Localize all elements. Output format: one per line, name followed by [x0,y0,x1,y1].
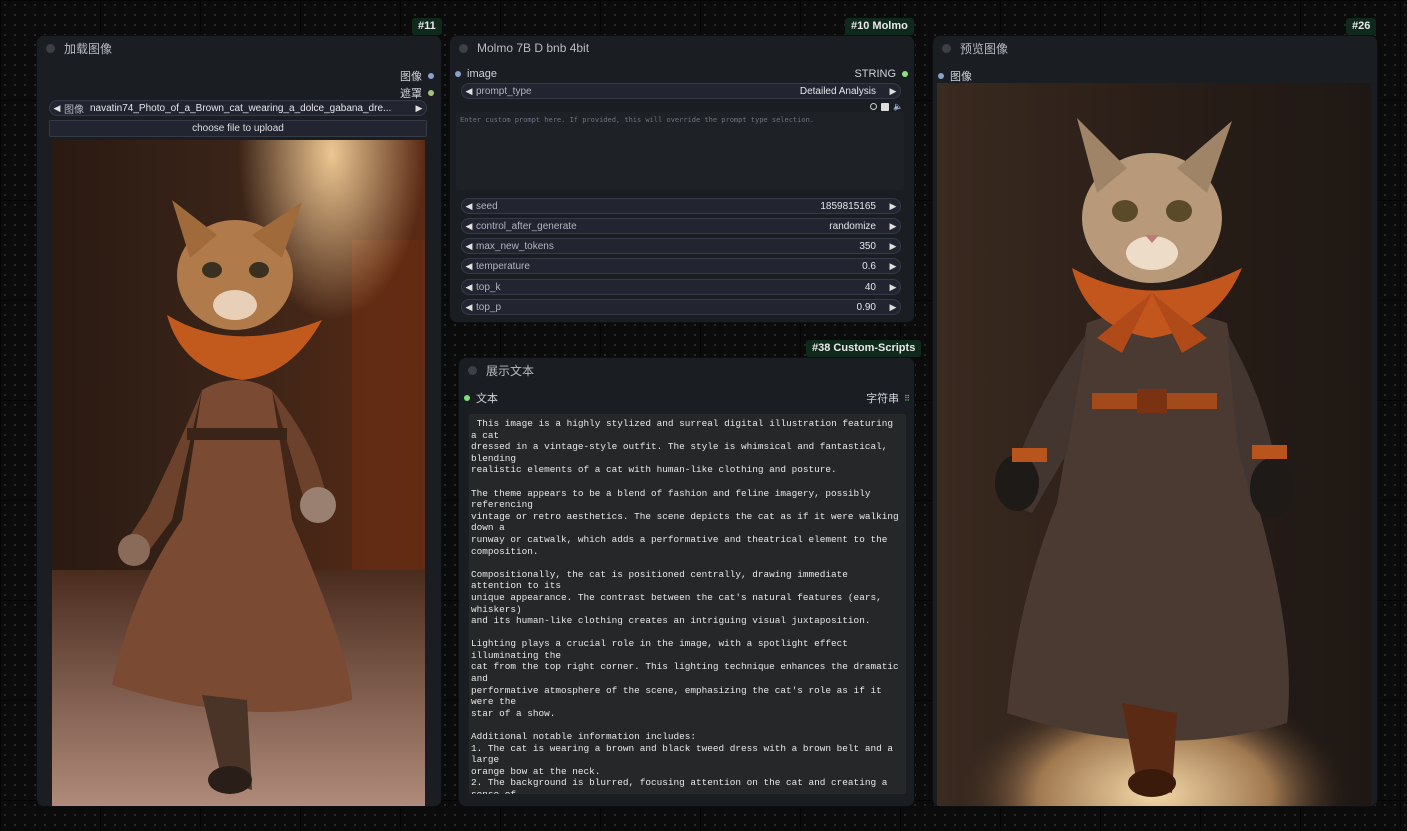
collapse-dot-icon[interactable] [459,43,468,53]
widget-value: 350 [859,240,876,252]
arrow-right-icon[interactable]: ▶ [886,241,900,252]
widget-value: 1859815165 [820,200,876,212]
output-slot-mask[interactable]: 遮罩 [400,85,434,101]
preview-image-output [937,83,1371,806]
widget-value: randomize [829,220,876,232]
cat-photo-image [52,140,425,806]
output-slot-string[interactable]: STRING [854,68,908,80]
load-image-node[interactable]: 加载图像 图像 遮罩 ◀ 图像 navatin74_Photo_of_a_Bro… [37,36,441,806]
slot-label: 图像 [950,71,972,83]
widget-value: 0.90 [856,301,876,313]
input-slot-image[interactable]: image [455,68,497,80]
arrow-left-icon[interactable]: ◀ [462,241,476,252]
slot-label: 图像 [400,71,422,83]
slot-label: 字符串 [866,393,900,405]
output-slot-image[interactable]: 图像 [400,68,434,84]
collapse-dot-icon[interactable] [942,43,951,53]
prompt-type-combo[interactable]: ◀ prompt_type Detailed Analysis ▶ [461,83,901,99]
max-new-tokens-widget[interactable]: ◀ max_new_tokens 350 ▶ [461,238,901,254]
widget-label: 图像 [64,104,84,116]
input-slot-text[interactable]: 文本 [464,390,498,406]
grid-dots-icon[interactable]: ⠿ [904,394,910,403]
collapse-dot-icon[interactable] [468,365,477,375]
arrow-left-icon[interactable]: ◀ [462,282,476,293]
widget-value: Detailed Analysis [799,85,876,97]
input-slot-image[interactable]: 图像 [938,68,972,84]
slot-dot-icon[interactable] [455,71,461,77]
top-p-widget[interactable]: ◀ top_p 0.90 ▶ [461,299,901,315]
speaker-icon[interactable]: 🔈 [893,102,903,111]
custom-prompt-textarea[interactable]: Enter custom prompt here. If provided, t… [456,112,904,190]
slot-label: 遮罩 [400,88,422,100]
textarea-toolbar: 🔈 [870,102,903,111]
node-title: 预览图像 [960,41,1009,56]
node-id-badge-38: #38 Custom-Scripts [806,340,922,357]
arrow-left-icon[interactable]: ◀ [462,86,476,97]
widget-label: control_after_generate [476,220,577,232]
checkbox-icon[interactable] [881,102,890,111]
node-id-badge-10: #10 Molmo [845,18,914,35]
widget-label: top_p [476,301,502,313]
arrow-left-icon[interactable]: ◀ [50,103,64,114]
loaded-image-preview [52,140,425,806]
arrow-right-icon[interactable]: ▶ [886,201,900,212]
display-text-node[interactable]: 展示文本 文本 字符串 ⠿ This image is a highly sty… [459,358,914,806]
control-after-generate-widget[interactable]: ◀ control_after_generate randomize ▶ [461,218,901,234]
slot-label: 文本 [476,393,498,405]
node-id-badge-26: #26 [1346,18,1377,35]
slot-dot-icon[interactable] [428,73,434,79]
image-file-combo[interactable]: ◀ 图像 navatin74_Photo_of_a_Brown_cat_wear… [49,100,427,116]
widget-value: 40 [864,281,876,293]
top-k-widget[interactable]: ◀ top_k 40 ▶ [461,279,901,295]
slot-dot-icon[interactable] [902,71,908,77]
widget-value: 0.6 [862,260,876,272]
node-header[interactable]: 展示文本 [459,358,914,382]
slot-label: image [467,68,497,80]
slot-dot-icon[interactable] [428,90,434,96]
node-header[interactable]: 加载图像 [37,36,441,60]
arrow-left-icon[interactable]: ◀ [462,221,476,232]
cat-preview-image [937,83,1371,806]
node-title: 加载图像 [64,41,113,56]
node-title: 展示文本 [486,363,535,378]
preview-image-node[interactable]: 预览图像 图像 [933,36,1377,806]
slot-dot-icon[interactable] [938,73,944,79]
arrow-left-icon[interactable]: ◀ [462,302,476,313]
slot-label: STRING [854,68,896,80]
widget-label: temperature [476,260,530,272]
widget-label: top_k [476,281,501,293]
output-slot-string[interactable]: 字符串 ⠿ [866,390,910,406]
circle-option-icon[interactable] [870,103,878,110]
node-header[interactable]: 预览图像 [933,36,1377,60]
arrow-left-icon[interactable]: ◀ [462,201,476,212]
slot-dot-icon[interactable] [464,395,470,401]
output-text-area[interactable]: This image is a highly stylized and surr… [469,414,906,794]
node-id-badge-11: #11 [412,18,442,35]
arrow-right-icon[interactable]: ▶ [886,261,900,272]
arrow-right-icon[interactable]: ▶ [412,103,426,114]
upload-button[interactable]: choose file to upload [49,120,427,137]
textarea-placeholder: Enter custom prompt here. If provided, t… [460,116,815,124]
widget-value: navatin74_Photo_of_a_Brown_cat_wearing_a… [90,102,392,114]
widget-label: max_new_tokens [476,240,554,252]
arrow-right-icon[interactable]: ▶ [886,221,900,232]
arrow-right-icon[interactable]: ▶ [886,302,900,313]
molmo-node[interactable]: Molmo 7B D bnb 4bit image STRING ◀ promp… [450,36,914,322]
widget-label: prompt_type [476,85,532,97]
arrow-left-icon[interactable]: ◀ [462,261,476,272]
arrow-right-icon[interactable]: ▶ [886,282,900,293]
temperature-widget[interactable]: ◀ temperature 0.6 ▶ [461,258,901,274]
node-title: Molmo 7B D bnb 4bit [477,41,590,55]
node-header[interactable]: Molmo 7B D bnb 4bit [450,36,914,60]
widget-label: seed [476,200,498,212]
collapse-dot-icon[interactable] [46,43,55,53]
arrow-right-icon[interactable]: ▶ [886,86,900,97]
seed-widget[interactable]: ◀ seed 1859815165 ▶ [461,198,901,214]
